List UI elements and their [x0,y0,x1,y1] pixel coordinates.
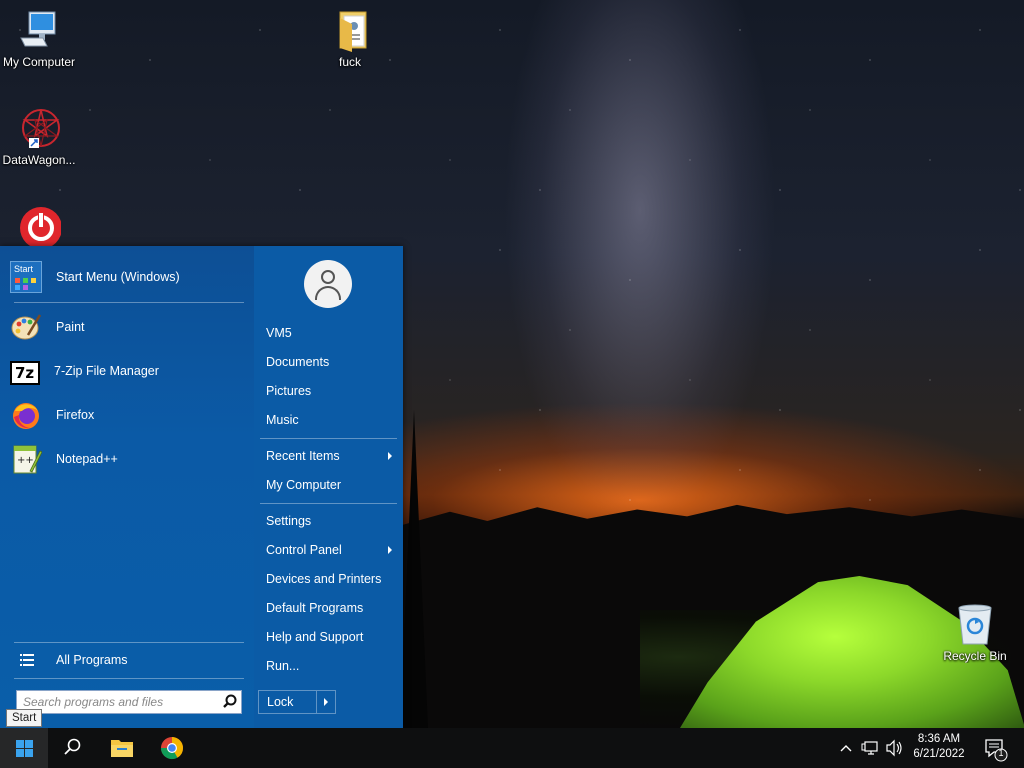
lock-button[interactable]: Lock [259,691,317,713]
lock-button-group: Lock [258,690,336,714]
network-tray-button[interactable] [860,728,882,768]
separator [260,503,397,504]
paint-icon [10,311,42,343]
folder-icon [328,8,372,52]
place-recent-items[interactable]: Recent Items [258,444,398,468]
windows-logo-icon [16,740,33,757]
volume-tray-button[interactable] [884,728,906,768]
desktop-icon-recycle-bin[interactable]: Recycle Bin [936,602,1014,663]
computer-icon [17,8,61,52]
chrome-icon [160,737,184,760]
clock-date: 6/21/2022 [913,748,965,760]
chevron-right-icon [324,698,328,706]
firefox-icon [10,399,42,431]
start-menu: Start Start Menu (Windows) Paint 7z 7-Zi… [0,246,403,728]
taskbar-chrome[interactable] [148,728,196,768]
separator [14,302,244,303]
taskbar-search-button[interactable] [48,728,96,768]
program-start-menu-windows[interactable]: Start Start Menu (Windows) [10,257,246,297]
notepadpp-icon: ++ [10,443,43,475]
desktop-icon-folder[interactable]: fuck [311,8,389,69]
place-user-folder[interactable]: VM5 [258,321,398,345]
desktop-icon-my-computer[interactable]: My Computer [0,8,78,69]
desktop-icon-datawagon[interactable]: DataWagon... [0,106,78,167]
chevron-up-icon [840,745,852,752]
file-explorer-icon [111,740,133,757]
place-music[interactable]: Music [258,408,398,432]
clock-time: 8:36 AM [917,733,961,745]
search-box[interactable] [16,690,242,714]
search-icon[interactable] [219,691,241,713]
place-run[interactable]: Run... [258,654,398,678]
desktop-icon-shutdown[interactable] [0,204,78,251]
place-default-programs[interactable]: Default Programs [258,596,398,620]
submenu-arrow-icon [388,546,392,554]
speaker-icon [886,739,902,757]
list-icon [20,654,34,666]
recycle-bin-icon [953,602,997,646]
all-programs-button[interactable]: All Programs [14,648,244,672]
place-my-computer[interactable]: My Computer [258,473,398,497]
start-menu-app-icon: Start [10,261,42,293]
7zip-icon: 7z [10,361,40,385]
separator [14,642,244,643]
separator [260,438,397,439]
search-icon [64,738,81,755]
place-devices-and-printers[interactable]: Devices and Printers [258,567,398,591]
notification-count-badge: 1 [998,748,1004,758]
place-settings[interactable]: Settings [258,509,398,533]
network-icon [861,741,878,755]
search-input[interactable] [17,692,219,712]
taskbar: 8:36 AM 6/21/2022 1 [0,728,1024,768]
action-center-button[interactable]: 1 [980,728,1010,768]
start-button[interactable] [0,728,48,768]
program-firefox[interactable]: Firefox [10,395,246,435]
place-pictures[interactable]: Pictures [258,379,398,403]
place-control-panel[interactable]: Control Panel [258,538,398,562]
shutdown-options-button[interactable] [317,691,335,713]
submenu-arrow-icon [388,452,392,460]
place-help-and-support[interactable]: Help and Support [258,625,398,649]
place-documents[interactable]: Documents [258,350,398,374]
program-notepadpp[interactable]: ++ Notepad++ [10,439,246,479]
separator [14,678,244,679]
power-icon [17,204,62,249]
taskbar-file-explorer[interactable] [98,728,146,768]
program-7zip[interactable]: 7z 7-Zip File Manager [10,351,246,391]
datawagon-icon [17,106,61,150]
user-avatar[interactable] [304,260,352,308]
show-hidden-icons-button[interactable] [838,728,854,768]
svg-text:++: ++ [17,455,34,466]
program-paint[interactable]: Paint [10,307,246,347]
taskbar-clock[interactable]: 8:36 AM 6/21/2022 [904,732,974,762]
notification-icon [985,739,1008,762]
start-tooltip: Start [6,709,43,727]
